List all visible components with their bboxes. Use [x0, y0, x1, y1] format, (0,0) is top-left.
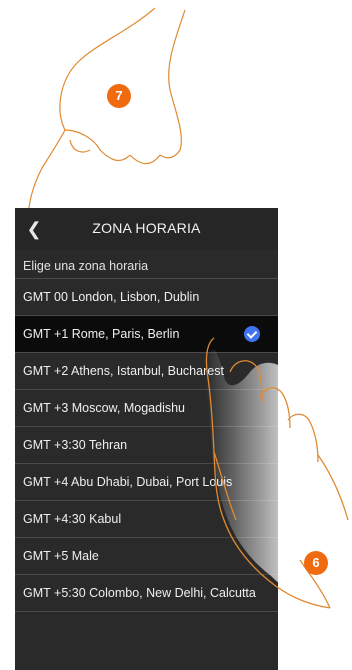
- timezone-row[interactable]: GMT +4 Abu Dhabi, Dubai, Port Louis: [15, 463, 278, 500]
- timezone-row[interactable]: GMT +5 Male: [15, 537, 278, 574]
- timezone-screen: ❮ ZONA HORARIA Elige una zona horaria GM…: [15, 208, 278, 670]
- timezone-label: GMT +4 Abu Dhabi, Dubai, Port Louis: [23, 475, 233, 489]
- timezone-row[interactable]: GMT +5:30 Colombo, New Delhi, Calcutta: [15, 574, 278, 611]
- timezone-label: GMT +3:30 Tehran: [23, 438, 128, 452]
- timezone-label: GMT +5 Male: [23, 549, 99, 563]
- timezone-label: GMT +3 Moscow, Mogadishu: [23, 401, 185, 415]
- page-title: ZONA HORARIA: [92, 220, 201, 236]
- timezone-label: GMT +1 Rome, Paris, Berlin: [23, 327, 180, 341]
- step-badge-7: 7: [107, 84, 131, 108]
- instructions-text: Elige una zona horaria: [23, 259, 149, 273]
- timezone-label: GMT +5:30 Colombo, New Delhi, Calcutta: [23, 586, 256, 600]
- header-bar: ❮ ZONA HORARIA: [15, 208, 278, 250]
- timezone-row[interactable]: GMT +3 Moscow, Mogadishu: [15, 389, 278, 426]
- checkmark-icon: [244, 326, 260, 342]
- timezone-row[interactable]: GMT +2 Athens, Istanbul, Bucharest: [15, 352, 278, 389]
- timezone-label: GMT +2 Athens, Istanbul, Bucharest: [23, 364, 224, 378]
- timezone-label: GMT +4:30 Kabul: [23, 512, 122, 526]
- timezone-row[interactable]: GMT +4:30 Kabul: [15, 500, 278, 537]
- step-badge-6: 6: [304, 551, 328, 575]
- timezone-row-selected[interactable]: GMT +1 Rome, Paris, Berlin: [15, 315, 278, 352]
- timezone-row[interactable]: GMT 00 London, Lisbon, Dublin: [15, 278, 278, 315]
- timezone-label: GMT 00 London, Lisbon, Dublin: [23, 290, 200, 304]
- timezone-row[interactable]: GMT +3:30 Tehran: [15, 426, 278, 463]
- list-bottom-spacer: [15, 611, 278, 670]
